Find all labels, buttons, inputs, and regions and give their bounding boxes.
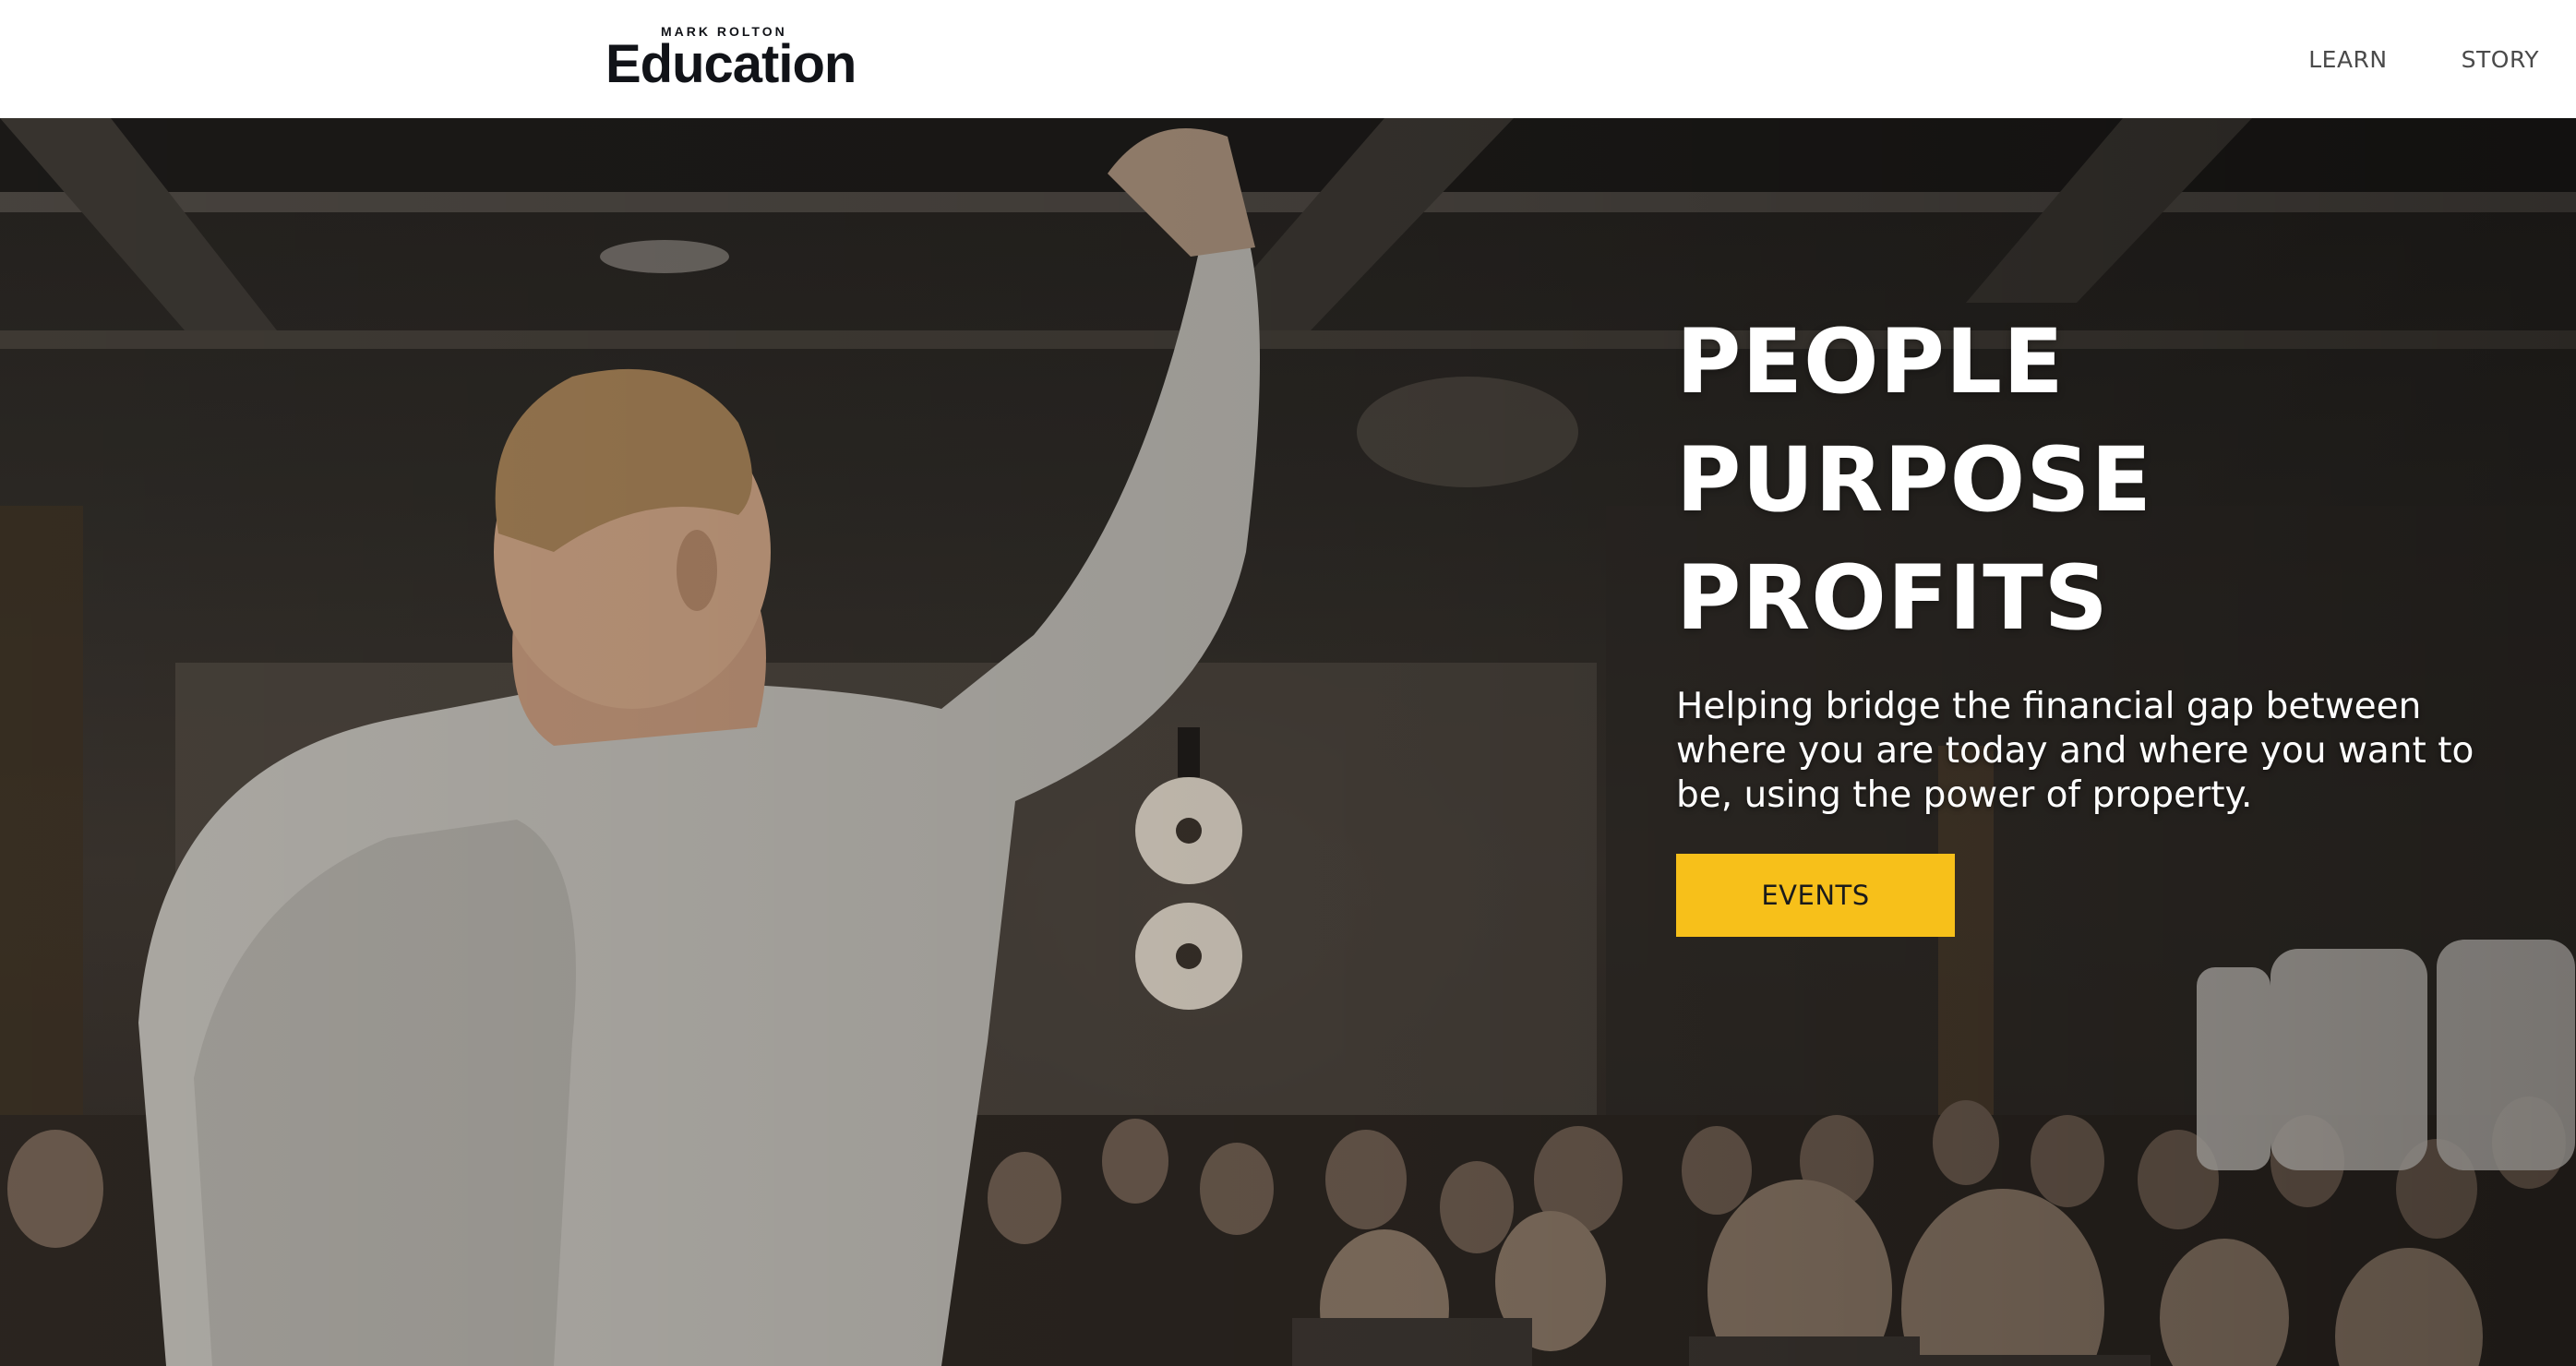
hero-title-line-profits: PROFITS [1676, 546, 2109, 650]
hero-section: PEOPLE PURPOSE PROFITS Helping bridge th… [0, 118, 2576, 1366]
hero-content: PEOPLE PURPOSE PROFITS Helping bridge th… [1676, 303, 2525, 937]
main-nav: LEARN STORY [2271, 0, 2576, 118]
events-button[interactable]: EVENTS [1676, 854, 1955, 937]
nav-link-story[interactable]: STORY [2462, 46, 2539, 73]
hero-title-line-purpose: PURPOSE [1676, 428, 2152, 532]
nav-link-learn[interactable]: LEARN [2308, 46, 2387, 73]
hero-title-line-people: PEOPLE [1676, 310, 2065, 413]
logo-big-text: Education [605, 34, 857, 94]
site-header: MARK ROLTON Education LEARN STORY [0, 0, 2576, 118]
logo[interactable]: MARK ROLTON Education [605, 24, 864, 94]
hero-title: PEOPLE PURPOSE PROFITS [1676, 303, 2525, 657]
hero-subtitle: Helping bridge the financial gap between… [1676, 686, 2474, 816]
